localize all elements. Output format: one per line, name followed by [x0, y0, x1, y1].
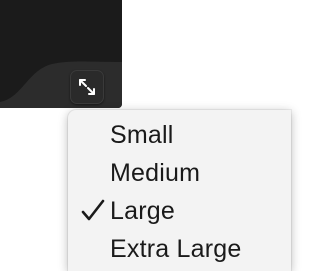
- menu-item-label: Small: [110, 120, 174, 149]
- menu-item-label: Large: [110, 196, 175, 225]
- resize-widget-button[interactable]: [70, 70, 104, 104]
- widget-preview-panel: [0, 0, 122, 108]
- expand-arrows-icon: [79, 79, 95, 95]
- widget-size-menu: Small Medium Large Extra Large: [68, 110, 291, 271]
- menu-item-large[interactable]: Large: [68, 192, 291, 230]
- menu-item-extra-large[interactable]: Extra Large: [68, 230, 291, 268]
- menu-item-label: Extra Large: [110, 234, 242, 263]
- checkmark-icon: [81, 199, 105, 221]
- menu-item-label: Medium: [110, 158, 201, 187]
- menu-item-small[interactable]: Small: [68, 116, 291, 154]
- menu-item-medium[interactable]: Medium: [68, 154, 291, 192]
